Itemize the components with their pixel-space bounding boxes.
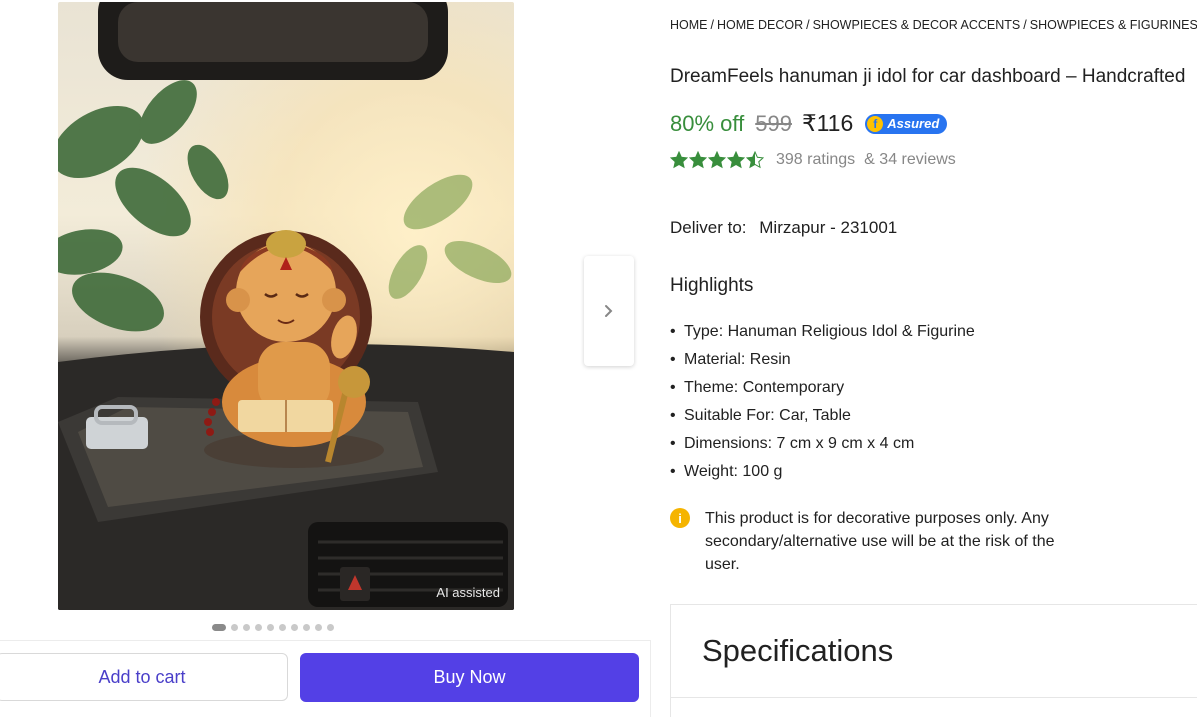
breadcrumb-home-decor[interactable]: HOME DECOR — [717, 18, 803, 32]
product-image[interactable]: AI assisted — [58, 2, 514, 610]
pagination-dot[interactable] — [303, 624, 310, 631]
star-icon — [708, 151, 726, 169]
breadcrumb-figurines[interactable]: SHOWPIECES & FIGURINES — [1030, 18, 1197, 32]
delivery-location[interactable]: Deliver to: Mirzapur - 231001 — [670, 218, 897, 238]
highlight-item: • Dimensions: 7 cm x 9 cm x 4 cm — [670, 435, 915, 452]
highlight-item: • Type: Hanuman Religious Idol & Figurine — [670, 323, 975, 340]
info-icon: i — [670, 508, 690, 528]
assured-badge: f Assured — [865, 113, 948, 134]
assured-logo-icon: f — [867, 115, 884, 132]
selling-price: ₹116 — [801, 110, 854, 136]
highlights-list: • Type: Hanuman Religious Idol & Figurine… — [670, 318, 975, 486]
specifications-section[interactable]: Specifications — [670, 604, 1197, 717]
pagination-dot[interactable] — [327, 624, 334, 631]
delivery-pincode[interactable]: Mirzapur - 231001 — [759, 218, 897, 237]
price-row: 80% off 599 ₹116 f Assured — [670, 110, 948, 137]
star-icon — [689, 151, 707, 169]
star-icon — [727, 151, 745, 169]
original-price: 599 — [755, 110, 792, 136]
product-title: DreamFeels hanuman ji idol for car dashb… — [670, 66, 1186, 87]
product-info-panel: HOME / HOME DECOR / SHOWPIECES & DECOR ACCEN… — [670, 0, 1197, 717]
highlight-item: • Suitable For: Car, Table — [670, 407, 851, 424]
action-bar: Add to cart Buy Now — [0, 640, 651, 717]
ratings-count[interactable]: 398 ratings — [776, 151, 855, 169]
breadcrumb-home[interactable]: HOME — [670, 18, 708, 32]
specifications-heading: Specifications — [702, 633, 894, 668]
reviews-count[interactable]: & 34 reviews — [864, 151, 956, 169]
pagination-dot[interactable] — [231, 624, 238, 631]
image-pagination-dots — [212, 624, 334, 631]
deliver-to-label: Deliver to: — [670, 218, 747, 237]
notice-text: This product is for decorative purposes … — [705, 510, 1055, 573]
chevron-right-icon — [605, 305, 613, 317]
breadcrumb-showpieces-decor[interactable]: SHOWPIECES & DECOR ACCENTS — [813, 18, 1021, 32]
highlights-heading: Highlights — [670, 275, 754, 296]
buy-now-button[interactable]: Buy Now — [300, 653, 639, 702]
pagination-dot[interactable] — [243, 624, 250, 631]
pagination-dot[interactable] — [315, 624, 322, 631]
star-icon — [670, 151, 688, 169]
star-icon — [746, 151, 764, 169]
product-photo-illustration — [58, 2, 514, 610]
add-to-cart-button[interactable]: Add to cart — [0, 653, 288, 701]
discount-percent: 80% off — [670, 110, 745, 136]
breadcrumb: HOME / HOME DECOR / SHOWPIECES & DECOR ACCEN… — [670, 18, 1197, 32]
highlight-item: • Material: Resin — [670, 351, 791, 368]
pagination-dot[interactable] — [212, 624, 226, 631]
ratings-row[interactable]: 398 ratings & 34 reviews — [670, 151, 956, 169]
star-rating — [670, 151, 764, 169]
assured-label: Assured — [887, 116, 940, 131]
pagination-dot[interactable] — [279, 624, 286, 631]
highlight-item: • Theme: Contemporary — [670, 379, 845, 396]
decorative-notice: i This product is for decorative purpose… — [670, 507, 1090, 576]
pagination-dot[interactable] — [267, 624, 274, 631]
pagination-dot[interactable] — [255, 624, 262, 631]
pagination-dot[interactable] — [291, 624, 298, 631]
ai-assisted-label: AI assisted — [436, 585, 500, 600]
next-image-button[interactable] — [584, 256, 634, 366]
highlight-item: • Weight: 100 g — [670, 463, 783, 480]
